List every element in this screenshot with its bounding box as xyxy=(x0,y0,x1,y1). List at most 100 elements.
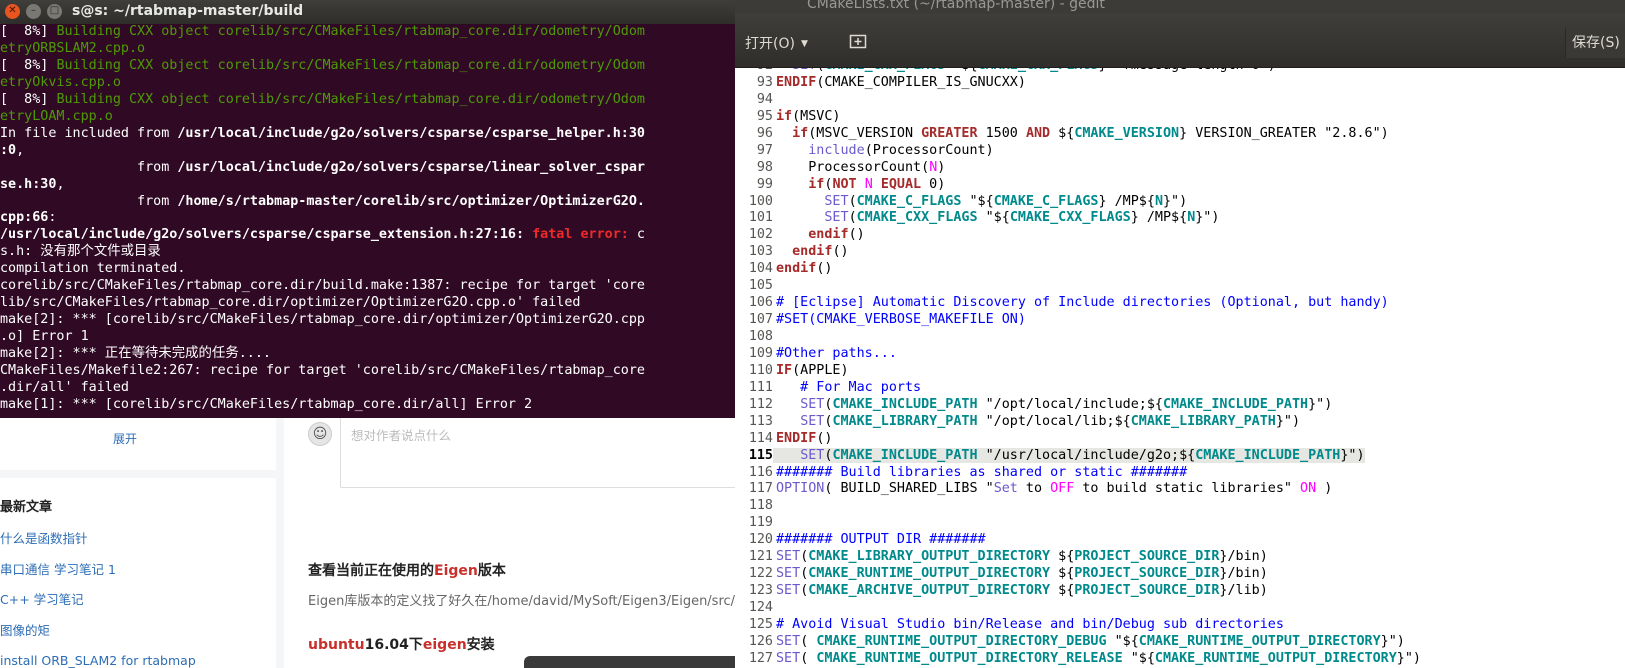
save-button[interactable]: 保存(S) xyxy=(1565,28,1625,58)
terminal-text: , xyxy=(56,176,65,192)
terminal-text: etryLOAM.cpp.o xyxy=(0,108,113,124)
recommended-article-title[interactable]: 查看当前正在使用的Eigen版本 xyxy=(308,560,506,580)
code-token: CMAKE_CXX_FLAGS xyxy=(978,68,1099,73)
terminal-text: Building CXX object corelib/src/CMakeFil… xyxy=(56,91,645,107)
code-text: # For Mac ports xyxy=(773,380,921,395)
terminal-window[interactable]: ✕ – □ s@s: ~/rtabmap-master/build [ 8%] … xyxy=(0,0,735,418)
latest-article-link[interactable]: 什么是函数指针 xyxy=(0,524,196,555)
code-line: 98 ProcessorCount(N) xyxy=(735,160,1421,177)
code-editor[interactable]: 92 SET(CMAKE_CXX_FLAGS "${CMAKE_CXX_FLAG… xyxy=(735,68,1625,668)
terminal-line: cpp:66: xyxy=(0,210,735,227)
code-token: ( xyxy=(848,210,857,226)
code-token: ON xyxy=(1300,481,1317,497)
line-number: 117 xyxy=(748,481,773,497)
rec-title-part: 16.04下 xyxy=(364,637,423,653)
code-token: }/bin) xyxy=(1219,566,1268,582)
terminal-line: from /usr/local/include/g2o/solvers/cspa… xyxy=(0,160,735,177)
line-number: 98 xyxy=(756,159,773,175)
terminal-line: [ 8%] Building CXX object corelib/src/CM… xyxy=(0,58,735,75)
line-number: 93 xyxy=(756,74,773,90)
code-token: SET xyxy=(792,68,816,73)
code-token: (ProcessorCount) xyxy=(864,142,994,158)
gedit-window[interactable]: CMakeLists.txt (~/rtabmap-master) - gedi… xyxy=(735,0,1625,668)
code-token: ####### Build libraries as shared or sta… xyxy=(776,464,1188,480)
line-number: 94 xyxy=(756,91,773,107)
code-token: if xyxy=(792,125,809,141)
terminal-text: :0 xyxy=(0,142,17,158)
code-token: NOT xyxy=(832,176,857,192)
code-token: SET xyxy=(800,396,825,412)
line-number: 121 xyxy=(748,549,773,565)
code-token: CMAKE_RUNTIME_OUTPUT_DIRECTORY xyxy=(1138,633,1381,649)
code-token: ${ xyxy=(1050,125,1075,141)
code-token: SET xyxy=(776,650,801,666)
line-number: 108 xyxy=(748,329,773,344)
terminal-text: [ 8%] xyxy=(0,91,57,107)
code-token: OFF xyxy=(1050,481,1075,497)
code-token: SET xyxy=(776,566,801,582)
avatar-icon: ☺ xyxy=(308,422,332,446)
terminal-text: c xyxy=(636,227,645,243)
minimize-icon[interactable]: – xyxy=(26,4,41,19)
terminal-text: lib/src/CMakeFiles/rtabmap_core.dir/opti… xyxy=(0,295,581,311)
code-token: } /MP${ xyxy=(1098,193,1155,209)
code-token: CMAKE_RUNTIME_OUTPUT_DIRECTORY_DEBUG xyxy=(816,633,1107,649)
gedit-title: CMakeLists.txt (~/rtabmap-master) - gedi… xyxy=(807,0,1105,12)
code-text: # Avoid Visual Studio bin/Release and bi… xyxy=(773,617,1284,632)
line-number: 111 xyxy=(748,379,773,395)
new-tab-button[interactable] xyxy=(847,30,869,52)
terminal-line: /usr/local/include/g2o/solvers/csparse/c… xyxy=(0,227,735,244)
terminal-title: s@s: ~/rtabmap-master/build xyxy=(72,3,304,19)
close-icon[interactable]: ✕ xyxy=(5,4,20,19)
code-token: ( xyxy=(800,633,817,649)
code-line: 119 xyxy=(735,515,1421,532)
code-text: SET(CMAKE_LIBRARY_PATH "/opt/local/lib;$… xyxy=(773,414,1300,429)
code-token: CMAKE_VERSION xyxy=(1074,125,1180,141)
code-token: CMAKE_RUNTIME_OUTPUT_DIRECTORY xyxy=(808,566,1051,582)
terminal-text: /home/s/rtabmap-master/corelib/src/optim… xyxy=(177,193,645,209)
code-token: if xyxy=(776,108,793,124)
code-text: SET(CMAKE_INCLUDE_PATH "/usr/local/inclu… xyxy=(773,447,1365,463)
code-token: #Other paths... xyxy=(776,345,897,361)
latest-article-link[interactable]: 图像的矩 xyxy=(0,616,196,647)
line-number: 112 xyxy=(748,396,773,412)
terminal-line: etryORBSLAM2.cpp.o xyxy=(0,41,735,58)
code-token: GREATER xyxy=(921,125,978,141)
code-token: # For Mac ports xyxy=(776,379,922,395)
latest-article-link[interactable]: C++ 学习笔记 xyxy=(0,585,196,616)
rec-title-highlight: Eigen xyxy=(434,563,478,579)
terminal-line: [ 8%] Building CXX object corelib/src/CM… xyxy=(0,92,735,109)
terminal-line: from /home/s/rtabmap-master/corelib/src/… xyxy=(0,194,735,211)
terminal-text: s.h: 没有那个文件或目录 xyxy=(0,244,161,260)
code-token: } -fmessage-length=0") xyxy=(1099,68,1276,73)
expand-link[interactable]: 展开 xyxy=(113,430,137,447)
code-token: (MSVC) xyxy=(792,108,841,124)
code-token: "${ xyxy=(977,210,1010,226)
code-line: 117 OPTION( BUILD_SHARED_LIBS "Set to OFF… xyxy=(735,481,1421,498)
code-token: SET xyxy=(776,549,801,565)
code-token: (CMAKE_COMPILER_IS_GNUCXX) xyxy=(816,74,1026,90)
latest-article-link[interactable]: 串口通信 学习笔记 1 xyxy=(0,555,196,586)
code-text: SET(CMAKE_LIBRARY_OUTPUT_DIRECTORY ${PRO… xyxy=(773,549,1268,564)
terminal-text: CMakeFiles/Makefile2:267: recipe for tar… xyxy=(0,363,645,379)
floating-widget[interactable] xyxy=(524,656,735,668)
code-token: "/opt/local/lib;${ xyxy=(977,413,1131,429)
code-line: 108 xyxy=(735,329,1421,346)
terminal-titlebar[interactable]: ✕ – □ s@s: ~/rtabmap-master/build xyxy=(0,0,735,24)
maximize-icon[interactable]: □ xyxy=(47,4,62,19)
code-text: ####### Build libraries as shared or sta… xyxy=(773,465,1187,480)
gedit-titlebar[interactable]: CMakeLists.txt (~/rtabmap-master) - gedi… xyxy=(735,0,1625,14)
terminal-output[interactable]: [ 8%] Building CXX object corelib/src/CM… xyxy=(0,24,735,418)
code-text: ####### OUTPUT DIR ####### xyxy=(773,532,986,547)
comment-input[interactable]: 想对作者说点什么 xyxy=(340,412,735,488)
line-number: 124 xyxy=(748,600,773,615)
latest-article-link[interactable]: install ORB_SLAM2 for rtabmap xyxy=(0,646,196,668)
terminal-text: /usr/local/include/g2o/solvers/csparse/c… xyxy=(177,125,645,141)
recommended-article-title[interactable]: ubuntu16.04下eigen安装 xyxy=(308,634,495,654)
line-number: 92 xyxy=(735,68,773,75)
open-button[interactable]: 打开(O) ▼ xyxy=(745,33,808,53)
code-token: ${ xyxy=(1050,549,1075,565)
